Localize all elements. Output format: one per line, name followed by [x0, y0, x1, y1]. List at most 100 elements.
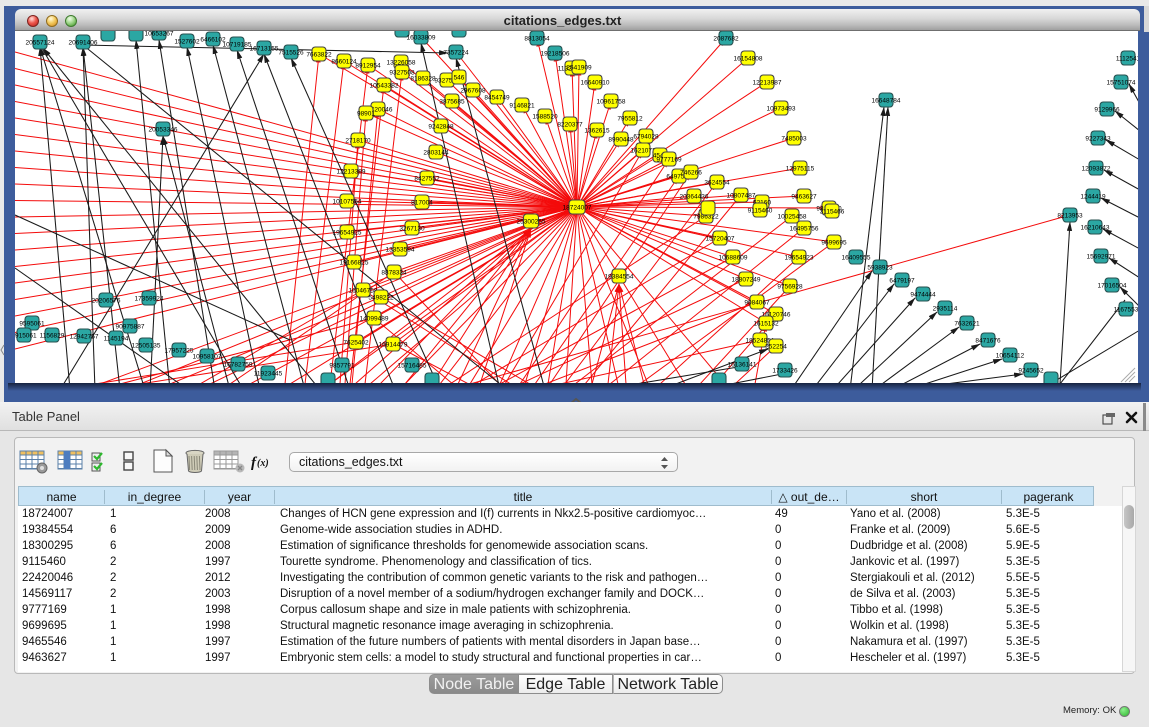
- svg-text:9474444: 9474444: [910, 292, 936, 299]
- svg-text:10961758: 10961758: [597, 99, 626, 106]
- svg-text:(x): (x): [257, 458, 269, 469]
- svg-text:17957225: 17957225: [165, 348, 194, 355]
- svg-text:7625402: 7625402: [343, 340, 369, 347]
- svg-text:12505135: 12505135: [132, 343, 161, 350]
- svg-text:9227343: 9227343: [1085, 136, 1111, 143]
- svg-text:16914479: 16914479: [379, 342, 408, 349]
- svg-text:12213987: 12213987: [753, 80, 782, 87]
- svg-text:2803144: 2803144: [423, 150, 449, 157]
- svg-text:5938923: 5938923: [867, 265, 893, 272]
- svg-text:8220377: 8220377: [557, 122, 583, 129]
- svg-text:3115466: 3115466: [820, 209, 845, 216]
- svg-text:9463627: 9463627: [791, 194, 817, 201]
- svg-text:19654923: 19654923: [785, 255, 814, 262]
- svg-text:2541909: 2541909: [566, 65, 592, 72]
- svg-text:16033809: 16033809: [407, 35, 436, 42]
- svg-text:11923445: 11923445: [254, 371, 283, 378]
- svg-text:12213389: 12213389: [337, 169, 366, 176]
- svg-text:90975887: 90975887: [116, 324, 145, 331]
- svg-text:12093872: 12093872: [1082, 166, 1111, 173]
- svg-text:9115460: 9115460: [748, 208, 773, 215]
- svg-text:1244419: 1244419: [1080, 194, 1106, 201]
- svg-text:7515526: 7515526: [278, 50, 304, 57]
- svg-text:13353594: 13353594: [386, 247, 415, 254]
- svg-text:98901: 98901: [357, 111, 375, 118]
- svg-text:15692971: 15692971: [1087, 254, 1116, 261]
- svg-text:8660124: 8660124: [331, 59, 357, 66]
- svg-text:9595061: 9595061: [19, 321, 45, 328]
- svg-text:1167553: 1167553: [1114, 307, 1138, 314]
- svg-text:16713155: 16713155: [250, 46, 279, 53]
- svg-text:546: 546: [454, 75, 465, 82]
- svg-text:9084067: 9084067: [744, 300, 770, 307]
- svg-text:20364436: 20364436: [680, 194, 709, 201]
- svg-text:1362615: 1362615: [584, 128, 610, 135]
- svg-text:6479197: 6479197: [889, 278, 915, 285]
- svg-text:9777169: 9777169: [656, 157, 682, 164]
- svg-text:9699695: 9699695: [821, 240, 847, 247]
- svg-text:8427552: 8427552: [414, 176, 440, 183]
- svg-text:16782759: 16782759: [224, 362, 253, 369]
- svg-text:17359924: 17359924: [135, 296, 164, 303]
- svg-text:8186328: 8186328: [410, 76, 436, 83]
- svg-text:2967608: 2967608: [460, 88, 486, 95]
- svg-text:2718170: 2718170: [345, 138, 371, 145]
- svg-text:16046758: 16046758: [349, 288, 378, 295]
- svg-text:16154808: 16154808: [734, 56, 763, 63]
- svg-text:18724007: 18724007: [563, 205, 592, 212]
- svg-text:20691406: 20691406: [69, 40, 98, 47]
- svg-text:9242848: 9242848: [428, 124, 454, 131]
- svg-text:2087682: 2087682: [713, 36, 739, 43]
- svg-text:1733426: 1733426: [772, 368, 798, 375]
- svg-text:20206576: 20206576: [92, 298, 121, 305]
- svg-text:8990448: 8990448: [608, 137, 634, 144]
- svg-text:8213953: 8213953: [1057, 213, 1083, 220]
- svg-text:19166825: 19166825: [340, 260, 369, 267]
- svg-text:9129966: 9129966: [1094, 107, 1120, 114]
- svg-text:9146821: 9146821: [509, 103, 535, 110]
- svg-text:7663822: 7663822: [306, 52, 332, 59]
- svg-text:10107554: 10107554: [333, 199, 362, 206]
- svg-text:10958107: 10958107: [193, 354, 222, 361]
- svg-text:252254: 252254: [765, 344, 787, 351]
- svg-text:16495756: 16495756: [790, 226, 819, 233]
- svg-text:25300255: 25300255: [517, 219, 546, 226]
- svg-text:10543382: 10543382: [370, 83, 399, 90]
- svg-text:10719185: 10719185: [223, 42, 252, 49]
- svg-text:18807249: 18807249: [732, 277, 761, 284]
- svg-text:7955812: 7955812: [617, 116, 643, 123]
- svg-text:20053346: 20053346: [149, 127, 178, 134]
- svg-text:19218506: 19218506: [541, 51, 570, 58]
- svg-text:14099489: 14099489: [360, 316, 389, 323]
- svg-text:5498222: 5498222: [368, 295, 394, 302]
- svg-text:16648784: 16648784: [872, 98, 901, 105]
- svg-text:10807487: 10807487: [727, 193, 756, 200]
- svg-text:1156829: 1156829: [40, 333, 65, 340]
- svg-text:9857791: 9857791: [329, 363, 355, 370]
- svg-text:7632621: 7632621: [954, 321, 980, 328]
- svg-text:12942757: 12942757: [70, 334, 99, 341]
- svg-text:10688609: 10688609: [719, 255, 748, 262]
- svg-text:746266: 746266: [680, 170, 702, 177]
- svg-text:10654112: 10654112: [996, 353, 1025, 360]
- svg-text:817004: 817004: [411, 200, 433, 207]
- svg-text:20557124: 20557124: [26, 40, 55, 47]
- svg-text:16210643: 16210643: [1081, 225, 1110, 232]
- svg-text:7357224: 7357224: [443, 50, 469, 57]
- svg-text:10973493: 10973493: [767, 106, 796, 113]
- svg-text:2935114: 2935114: [933, 306, 958, 313]
- svg-text:15751074: 15751074: [1107, 80, 1136, 87]
- svg-text:10653267: 10653267: [145, 31, 174, 38]
- svg-text:8813054: 8813054: [524, 36, 550, 43]
- svg-text:17016504: 17016504: [1098, 283, 1127, 290]
- svg-text:3875685: 3875685: [439, 99, 465, 106]
- svg-text:8878334: 8878334: [381, 270, 407, 277]
- svg-text:1527602: 1527602: [174, 39, 200, 46]
- svg-text:19654925: 19654925: [333, 230, 362, 237]
- svg-text:9756928: 9756928: [777, 284, 803, 291]
- svg-text:6794028: 6794028: [633, 134, 659, 141]
- svg-text:15716485: 15716485: [398, 363, 427, 370]
- svg-text:8454749: 8454749: [484, 95, 510, 102]
- svg-text:7485003: 7485003: [781, 136, 807, 143]
- svg-text:8912954: 8912954: [355, 63, 381, 70]
